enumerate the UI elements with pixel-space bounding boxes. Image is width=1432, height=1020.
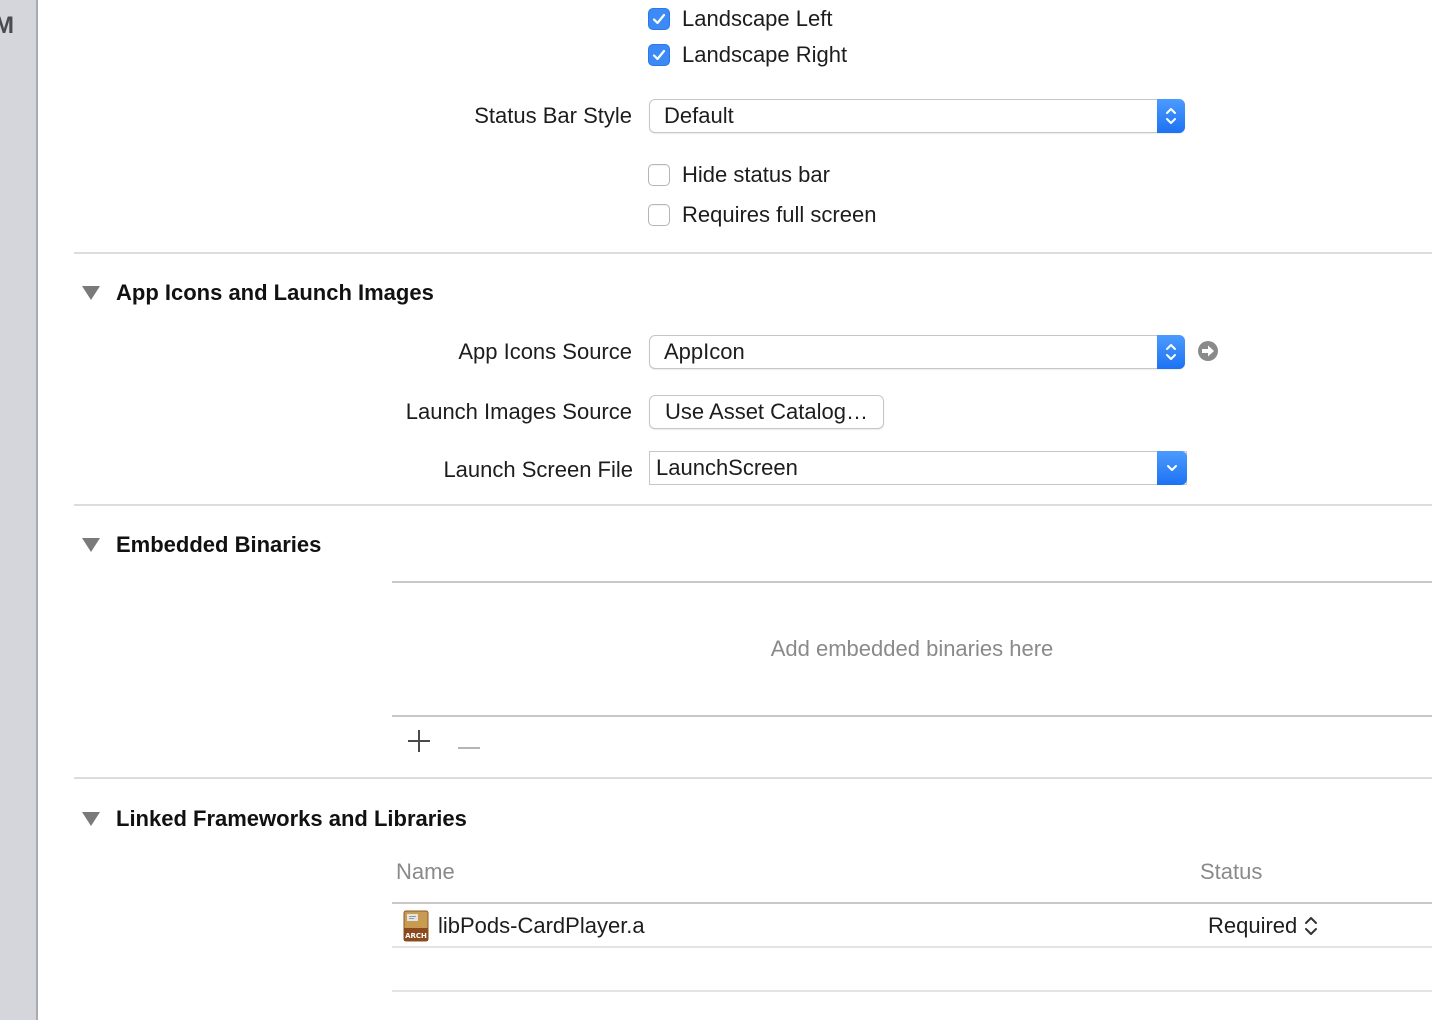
embedded-binaries-placeholder: Add embedded binaries here [770,636,1054,661]
app-icons-source-label: App Icons Source [458,339,632,364]
app-icons-source-popup[interactable]: AppIcon [649,334,1185,369]
archive-icon-label: ARCH [405,932,427,940]
archive-icon: ARCH [403,910,429,947]
column-header-name[interactable]: Name [396,859,455,885]
disclosure-triangle-icon[interactable] [82,538,100,552]
requires-full-screen-checkbox[interactable] [648,204,670,226]
disclosure-triangle-icon[interactable] [82,812,100,826]
sidebar-partial-text: M [0,12,14,39]
status-bar-style-popup[interactable]: Default [649,98,1185,133]
table-top-border [392,581,1432,583]
landscape-left-label: Landscape Left [682,6,833,31]
embedded-binaries-section-title: Embedded Binaries [116,532,322,557]
status-value: Required [1208,913,1298,938]
requires-full-screen-checkbox-row[interactable]: Requires full screen [648,202,876,228]
checkmark-icon [652,13,666,25]
launch-screen-file-value[interactable]: LaunchScreen [650,455,1157,481]
section-divider [74,504,1432,506]
linked-frameworks-section-title: Linked Frameworks and Libraries [116,806,467,831]
launch-screen-file-label: Launch Screen File [443,457,633,482]
framework-name: libPods-CardPlayer.a [438,913,645,938]
requires-full-screen-label: Requires full screen [682,202,877,227]
table-row-border [392,946,1432,948]
landscape-right-checkbox-row[interactable]: Landscape Right [648,42,847,68]
hide-status-bar-label: Hide status bar [682,162,830,187]
up-down-chevron-icon [1305,917,1318,935]
linked-frameworks-section-header[interactable]: Linked Frameworks and Libraries [82,806,467,832]
go-to-arrow-icon[interactable] [1197,340,1219,367]
up-down-chevron-icon [1157,334,1185,369]
minus-icon [458,747,480,749]
launch-screen-file-combobox[interactable]: LaunchScreen [649,450,1187,485]
remove-button[interactable] [457,738,481,756]
section-divider [74,777,1432,779]
status-bar-style-label: Status Bar Style [474,103,632,128]
table-row[interactable]: ARCH libPods-CardPlayer.a Required [392,904,1432,946]
embedded-binaries-section-header[interactable]: Embedded Binaries [82,532,321,558]
disclosure-triangle-icon[interactable] [82,286,100,300]
landscape-right-checkbox[interactable] [648,44,670,66]
column-header-status[interactable]: Status [1200,859,1262,885]
status-bar-style-value: Default [664,103,734,128]
table-bottom-border [392,715,1432,717]
app-icons-source-value: AppIcon [664,339,745,364]
chevron-down-icon[interactable] [1157,450,1187,485]
launch-images-source-label: Launch Images Source [405,399,632,424]
app-icons-section-title: App Icons and Launch Images [116,280,434,305]
landscape-left-checkbox-row[interactable]: Landscape Left [648,6,832,32]
landscape-right-label: Landscape Right [682,42,848,67]
hide-status-bar-checkbox[interactable] [648,164,670,186]
add-button[interactable] [406,728,432,759]
landscape-left-checkbox[interactable] [648,8,670,30]
navigator-sidebar: M [0,0,38,1020]
hide-status-bar-checkbox-row[interactable]: Hide status bar [648,162,830,188]
status-popup[interactable]: Required [1208,913,1319,939]
checkmark-icon [652,49,666,61]
use-asset-catalog-button[interactable]: Use Asset Catalog… [649,395,884,429]
section-divider [74,252,1432,254]
plus-icon [408,730,430,752]
up-down-chevron-icon [1157,98,1185,133]
table-row-border [392,990,1432,992]
app-icons-section-header[interactable]: App Icons and Launch Images [82,280,434,306]
